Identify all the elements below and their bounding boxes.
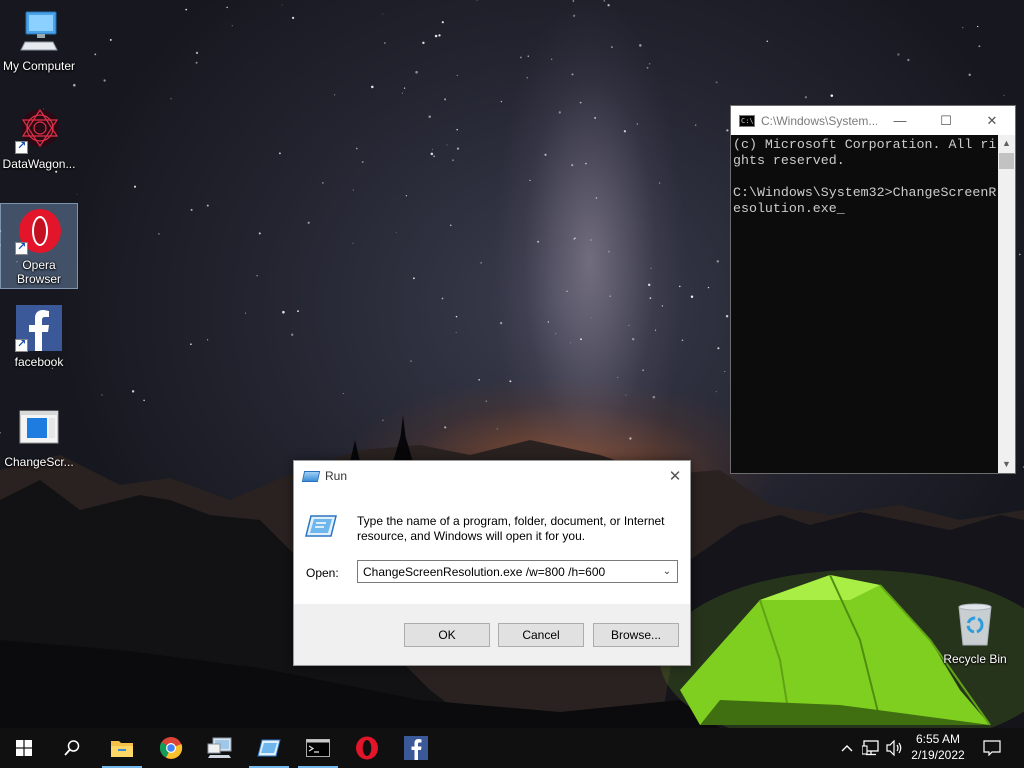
cancel-button[interactable]: Cancel xyxy=(498,623,584,647)
taskbar-network-computer[interactable] xyxy=(196,728,244,768)
desktop-icon-changescreenresolution[interactable]: ChangeScr... xyxy=(1,404,77,469)
taskbar-chrome[interactable] xyxy=(147,728,195,768)
start-button[interactable] xyxy=(0,728,48,768)
taskbar-cmd[interactable] xyxy=(294,728,342,768)
chevron-down-icon[interactable]: ⌄ xyxy=(657,566,677,577)
shortcut-arrow-icon xyxy=(15,139,28,154)
desktop-icon-label: DataWagon... xyxy=(2,157,76,171)
vertical-scrollbar[interactable]: ▲ ▼ xyxy=(998,135,1015,473)
run-icon xyxy=(301,470,321,482)
chrome-icon xyxy=(159,737,183,759)
desktop-icon-label: Opera Browser xyxy=(16,258,61,286)
run-dialog[interactable]: Run ✕ Type the name of a program, folder… xyxy=(293,460,691,666)
facebook-icon xyxy=(15,304,63,352)
computer-icon xyxy=(15,8,63,56)
ok-button[interactable]: OK xyxy=(404,623,490,647)
taskbar-clock[interactable]: 6:55 AM 2/19/2022 xyxy=(900,731,976,763)
search-icon xyxy=(64,740,80,756)
run-large-icon xyxy=(305,515,337,537)
cmd-icon xyxy=(306,739,330,757)
open-input[interactable] xyxy=(358,561,657,582)
console-line: esolution.exe_ xyxy=(733,201,845,216)
close-button[interactable]: ✕ xyxy=(660,461,690,491)
desktop-icon-my-computer[interactable]: My Computer xyxy=(1,8,77,73)
cmd-titlebar[interactable]: C:\ C:\Windows\System... — ☐ ✕ xyxy=(731,106,1015,135)
application-window-icon xyxy=(15,404,63,452)
run-dialog-title: Run xyxy=(325,469,348,483)
network-icon xyxy=(862,740,879,756)
facebook-icon xyxy=(404,736,428,760)
taskbar-opera[interactable] xyxy=(343,728,391,768)
taskbar-run[interactable] xyxy=(245,728,293,768)
close-button[interactable]: ✕ xyxy=(969,106,1015,135)
desktop-icon-opera-browser[interactable]: Opera Browser xyxy=(0,203,78,289)
desktop-icon-label: My Computer xyxy=(2,59,76,73)
action-center-button[interactable] xyxy=(978,728,1006,768)
minimize-button[interactable]: — xyxy=(877,106,923,135)
console-line: C:\Windows\System32>ChangeScreenR xyxy=(733,185,997,200)
network-tray-button[interactable] xyxy=(860,728,882,768)
console-line: (c) Microsoft Corporation. All ri xyxy=(733,137,997,152)
open-combobox[interactable]: ⌄ xyxy=(357,560,678,583)
run-description: Type the name of a program, folder, docu… xyxy=(357,514,665,543)
clock-date: 2/19/2022 xyxy=(911,748,965,762)
desktop-icon-datawagon[interactable]: DataWagon... xyxy=(1,106,77,171)
taskbar-file-explorer[interactable] xyxy=(98,728,146,768)
desktop-icon-recycle-bin[interactable]: Recycle Bin xyxy=(937,601,1013,666)
open-label: Open: xyxy=(306,566,339,580)
command-prompt-window[interactable]: C:\ C:\Windows\System... — ☐ ✕ (c) Micro… xyxy=(730,105,1016,474)
scroll-up-icon[interactable]: ▲ xyxy=(998,135,1015,152)
desktop-icon-facebook[interactable]: facebook xyxy=(1,304,77,369)
opera-icon xyxy=(356,736,378,760)
taskbar-facebook[interactable] xyxy=(392,728,440,768)
recycle-bin-icon xyxy=(951,601,999,649)
console-line: ghts reserved. xyxy=(733,153,845,168)
run-icon xyxy=(257,739,281,757)
chevron-up-icon xyxy=(841,745,853,752)
scroll-down-icon[interactable]: ▼ xyxy=(998,456,1015,473)
network-computer-icon xyxy=(207,737,232,758)
shortcut-arrow-icon xyxy=(15,240,28,255)
shortcut-arrow-icon xyxy=(15,337,28,352)
desktop-icon-label: ChangeScr... xyxy=(4,455,74,469)
file-explorer-icon xyxy=(111,741,133,757)
taskbar: 6:55 AM 2/19/2022 xyxy=(0,728,1024,768)
start-icon xyxy=(16,740,32,756)
browse-button[interactable]: Browse... xyxy=(593,623,679,647)
run-titlebar[interactable]: Run ✕ xyxy=(294,461,690,491)
notification-icon xyxy=(983,740,1001,756)
maximize-button[interactable]: ☐ xyxy=(923,106,969,135)
cmd-icon: C:\ xyxy=(739,114,755,127)
show-hidden-icons-button[interactable] xyxy=(838,728,856,768)
scroll-thumb[interactable] xyxy=(999,153,1014,169)
opera-icon xyxy=(15,207,63,255)
datawagon-icon xyxy=(15,106,63,154)
clock-time: 6:55 AM xyxy=(915,732,961,746)
search-button[interactable] xyxy=(48,728,96,768)
desktop-icon-label: Recycle Bin xyxy=(943,652,1007,666)
cmd-window-title: C:\Windows\System... xyxy=(761,113,877,128)
console-output[interactable]: (c) Microsoft Corporation. All ri ghts re… xyxy=(731,135,998,473)
desktop-icon-label: facebook xyxy=(14,355,64,369)
